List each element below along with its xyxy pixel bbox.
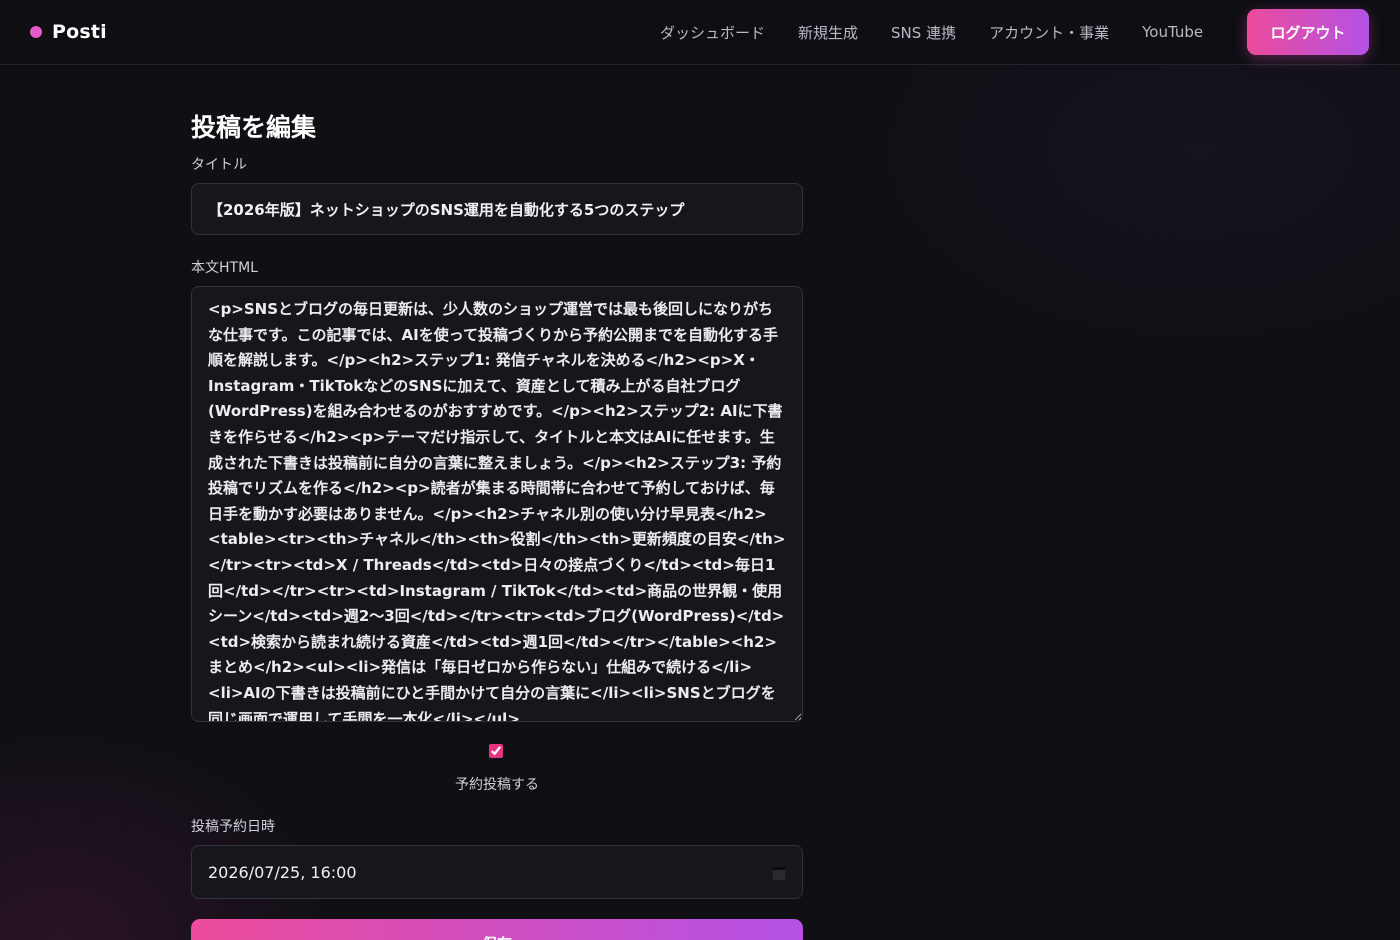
nav-link-dashboard[interactable]: ダッシュボード [660,22,765,43]
save-button[interactable]: 保存 [191,919,803,940]
logout-button[interactable]: ログアウト [1247,9,1369,55]
brand-dot-icon [30,26,42,38]
page-title: 投稿を編集 [191,113,317,142]
title-label: タイトル [191,157,247,173]
schedule-datetime-input[interactable]: 2026/07/25, 16:00 [191,845,803,899]
body-html-label: 本文HTML [191,260,258,276]
main-nav: ダッシュボード 新規生成 SNS 連携 アカウント・事業 YouTube [660,0,1236,64]
schedule-post-checkbox[interactable] [489,744,503,758]
nav-link-youtube[interactable]: YouTube [1142,23,1203,41]
schedule-post-label: 予約投稿する [455,777,539,793]
brand[interactable]: Posti [30,18,107,46]
schedule-datetime-value: 2026/07/25, 16:00 [208,862,357,882]
calendar-icon[interactable] [772,866,786,881]
nav-link-account-business[interactable]: アカウント・事業 [989,22,1109,43]
title-input[interactable] [191,183,803,235]
brand-name: Posti [52,21,107,43]
top-navigation-bar: Posti ダッシュボード 新規生成 SNS 連携 アカウント・事業 YouTu… [0,0,1400,65]
body-html-textarea[interactable]: <p>SNSとブログの毎日更新は、少人数のショップ運営では最も後回しになりがちな… [191,286,803,722]
nav-link-new-generation[interactable]: 新規生成 [798,22,858,43]
nav-link-sns-integration[interactable]: SNS 連携 [891,22,956,43]
schedule-datetime-label: 投稿予約日時 [191,819,275,835]
